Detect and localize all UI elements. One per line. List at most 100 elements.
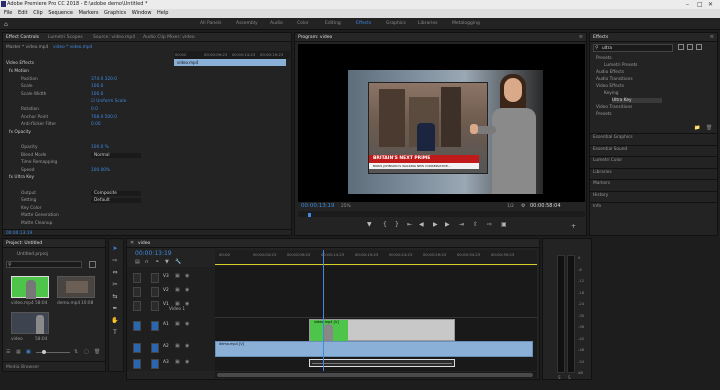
tab-source[interactable]: Source: video.mp4: [93, 35, 135, 40]
lock-icon[interactable]: ☰: [6, 349, 10, 355]
track-eye-icon[interactable]: ◉: [185, 287, 189, 293]
32bit-effects-icon[interactable]: [687, 44, 693, 50]
track-name[interactable]: A1: [163, 322, 169, 327]
track-sync-lock-icon[interactable]: ▣: [175, 273, 180, 279]
track-eye-icon[interactable]: ◉: [185, 273, 189, 279]
icon-view-icon[interactable]: ▦: [16, 349, 21, 355]
ec-row-value[interactable]: 100.00%: [91, 168, 110, 173]
ec-row-value[interactable]: 374.0 320.0: [91, 77, 117, 82]
ec-row-label[interactable]: fx Opacity: [9, 130, 31, 135]
ec-row-label[interactable]: Scale Width: [21, 92, 46, 97]
ec-row-value[interactable]: 768.0 500.0: [91, 115, 117, 120]
effects-tree-item[interactable]: Audio Effects: [596, 70, 624, 75]
menu-help[interactable]: Help: [157, 10, 168, 16]
ec-row-value[interactable]: Composite: [91, 190, 141, 196]
track-source-patch[interactable]: [133, 343, 141, 353]
track-name[interactable]: A2: [163, 344, 169, 349]
effects-tree-item[interactable]: Presets: [596, 112, 612, 117]
track-name[interactable]: V2: [163, 288, 169, 293]
track-name[interactable]: A3: [163, 360, 169, 365]
close-icon[interactable]: ✕: [708, 1, 713, 8]
effects-tree-item[interactable]: Keying: [604, 91, 618, 96]
track-eye-icon[interactable]: ◉: [185, 321, 189, 327]
export-frame-icon[interactable]: ▣: [501, 221, 507, 228]
hand-tool-icon[interactable]: ✋: [111, 317, 119, 324]
effects-menu-icon[interactable]: ≡: [710, 34, 714, 40]
selection-tool-icon[interactable]: ➤: [111, 245, 119, 252]
collapsed-panel-tab[interactable]: Markers: [593, 181, 610, 186]
ec-row-label[interactable]: Opacity: [21, 145, 38, 150]
track-target-toggle[interactable]: [151, 321, 159, 331]
timeline-title[interactable]: video: [138, 241, 150, 246]
menu-clip[interactable]: Clip: [33, 10, 42, 16]
workspace-assembly[interactable]: Assembly: [236, 21, 258, 26]
add-marker-timeline-icon[interactable]: ▼: [165, 259, 169, 265]
meter-solo-right[interactable]: S: [568, 375, 571, 380]
new-bin-icon[interactable]: 📁: [694, 125, 700, 131]
clip-a1-audio[interactable]: [309, 359, 455, 367]
ec-row-label[interactable]: Position: [21, 77, 38, 82]
accelerated-effects-icon[interactable]: [678, 44, 684, 50]
effects-tree-item[interactable]: Ultra Key: [612, 98, 662, 103]
effects-tree-item[interactable]: Video Transitions: [596, 105, 632, 110]
track-name[interactable]: V1: [163, 302, 169, 307]
effects-title[interactable]: Effects: [593, 35, 608, 40]
clip-v1-demo-mp4[interactable]: demo.mp4 [V]: [215, 341, 533, 357]
workspace-effects[interactable]: Effects: [356, 21, 371, 26]
linked-selection-icon[interactable]: ⚭: [155, 259, 159, 265]
slip-tool-icon[interactable]: ⇆: [111, 293, 119, 300]
ec-timecode[interactable]: 00:00:13:19: [6, 231, 32, 236]
source-clip[interactable]: video * video.mp4: [53, 45, 92, 50]
step-back-icon[interactable]: ◀: [419, 221, 424, 228]
menu-file[interactable]: File: [4, 10, 12, 16]
ec-row-value[interactable]: ☑ Uniform Scale: [91, 99, 126, 104]
tab-effect-controls[interactable]: Effect Controls: [6, 35, 39, 40]
timeline-scrollbar[interactable]: [215, 372, 537, 378]
media-browser-tab[interactable]: Media Browser: [3, 361, 105, 373]
program-playhead[interactable]: [308, 213, 311, 217]
tab-audio-clip-mixer[interactable]: Audio Clip Mixer: video: [143, 35, 195, 40]
track-source-patch[interactable]: [133, 359, 141, 369]
collapsed-panel-tab[interactable]: Lumetri Color: [593, 158, 622, 163]
track-source-patch[interactable]: [133, 321, 141, 331]
timeline-scroll-thumb[interactable]: [217, 373, 533, 377]
effects-tree-item[interactable]: Presets: [596, 56, 612, 61]
nest-icon[interactable]: ▤: [135, 259, 140, 265]
ec-row-label[interactable]: Scale: [21, 84, 33, 89]
panel-menu-icon[interactable]: ≡: [579, 34, 583, 40]
timeline-settings-icon[interactable]: 🔧: [175, 259, 181, 265]
zoom-slider-handle[interactable]: [42, 350, 46, 354]
ec-row-value[interactable]: Default: [91, 198, 141, 204]
workspace-all-panels[interactable]: All Panels: [200, 21, 222, 26]
yuv-effects-icon[interactable]: [696, 44, 702, 50]
program-viewport[interactable]: BRITAIN'S NEXT PRIME BORIS JOHNSON IS WA…: [298, 44, 585, 202]
effects-tree-item[interactable]: Video Effects: [596, 84, 624, 89]
new-bin-button[interactable]: [89, 261, 96, 268]
sort-icon[interactable]: ⇅: [74, 349, 78, 355]
timeline-ruler[interactable]: 00:00 00:00:04:23 00:00:09:23 00:00:14:23 00…: [215, 250, 537, 267]
track-source-patch[interactable]: [133, 273, 141, 283]
meter-solo-left[interactable]: S: [558, 375, 561, 380]
track-sync-lock-icon[interactable]: ▣: [175, 343, 180, 349]
ec-row-label[interactable]: Blend Mode: [21, 153, 46, 158]
zoom-select[interactable]: 25%: [341, 204, 351, 209]
track-target-toggle[interactable]: [151, 343, 159, 353]
pen-tool-icon[interactable]: ✒: [111, 305, 119, 312]
menu-edit[interactable]: Edit: [18, 10, 28, 16]
track-eye-icon[interactable]: ◉: [185, 359, 189, 365]
program-timecode[interactable]: 00:00:13:19: [301, 203, 335, 209]
menu-window[interactable]: Window: [132, 10, 152, 16]
track-target-toggle[interactable]: [151, 301, 159, 311]
workspace-editing[interactable]: Editing: [325, 21, 341, 26]
track-target-toggle[interactable]: [151, 273, 159, 283]
add-marker-icon[interactable]: ▼: [367, 221, 372, 228]
track-target-toggle[interactable]: [151, 359, 159, 369]
ec-ruler[interactable]: 00:00 00:00:09:23 00:00:14:23 00:00:19:2…: [174, 51, 290, 59]
menu-markers[interactable]: Markers: [79, 10, 99, 16]
snap-icon[interactable]: ∩: [145, 259, 149, 265]
ec-row-label[interactable]: Rotation: [21, 107, 39, 112]
ripple-edit-icon[interactable]: ⇔: [111, 269, 119, 276]
track-sync-lock-icon[interactable]: ▣: [175, 321, 180, 327]
project-title[interactable]: Project: Untitled: [6, 241, 42, 246]
maximize-icon[interactable]: □: [697, 1, 703, 8]
